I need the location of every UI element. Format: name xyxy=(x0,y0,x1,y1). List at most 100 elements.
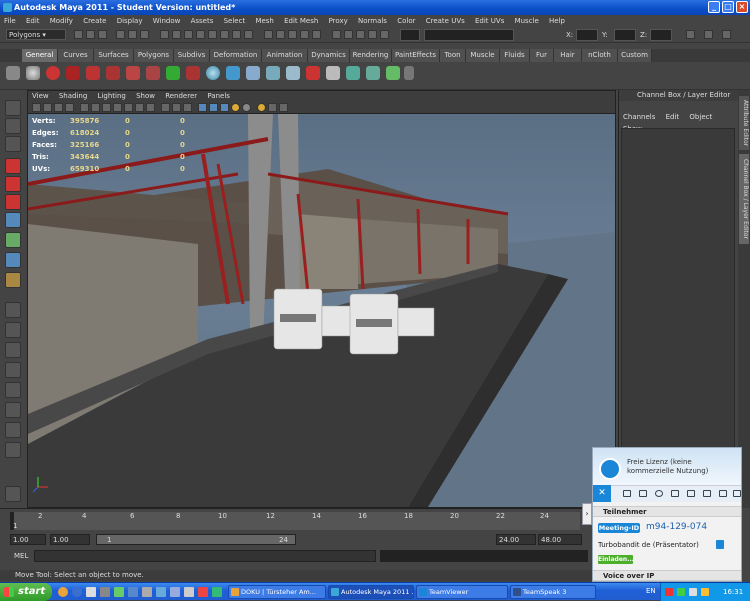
layout-split-button[interactable] xyxy=(5,342,21,358)
lasso-tool-button[interactable] xyxy=(5,118,21,134)
menu-create[interactable]: Create xyxy=(83,17,106,25)
rotate-tool-icon[interactable] xyxy=(126,66,140,80)
files-icon[interactable] xyxy=(719,490,727,497)
viewport-menu-show[interactable]: Show xyxy=(136,92,155,100)
whiteboard-icon[interactable] xyxy=(703,490,711,497)
input-mode-field[interactable] xyxy=(400,29,420,41)
minimize-button[interactable]: _ xyxy=(708,1,720,13)
xray-joints-icon[interactable] xyxy=(279,103,288,112)
use-all-lights-icon[interactable] xyxy=(209,103,218,112)
film-gate-icon[interactable] xyxy=(91,103,100,112)
rotate-tool-button[interactable] xyxy=(5,176,21,192)
tray-icon[interactable] xyxy=(665,588,673,596)
quicklaunch-icon[interactable] xyxy=(212,587,222,597)
tab-custom[interactable]: Custom xyxy=(618,49,652,62)
tray-icon[interactable] xyxy=(677,588,685,596)
last-tool-button[interactable] xyxy=(5,272,21,288)
layout-hypershade-button[interactable] xyxy=(5,402,21,418)
camera-attributes-icon[interactable] xyxy=(32,103,41,112)
shelf-options-icon[interactable] xyxy=(404,66,414,80)
quicklaunch-icon[interactable] xyxy=(100,587,110,597)
headset-icon[interactable] xyxy=(671,490,679,497)
menu-display[interactable]: Display xyxy=(117,17,143,25)
select-tool-icon[interactable] xyxy=(26,66,40,80)
pick-mask-icon[interactable] xyxy=(160,30,169,39)
soft-mod-icon[interactable] xyxy=(166,66,180,80)
point-light-icon[interactable] xyxy=(306,66,320,80)
lasso-tool-icon[interactable] xyxy=(66,66,80,80)
invite-button[interactable]: Einladen... xyxy=(598,555,634,564)
two-d-pan-icon[interactable] xyxy=(65,103,74,112)
tab-curves[interactable]: Curves xyxy=(58,49,94,62)
channel-menu-edit[interactable]: Edit xyxy=(666,113,680,121)
menu-mesh[interactable]: Mesh xyxy=(255,17,273,25)
layout-graph-button[interactable] xyxy=(5,382,21,398)
render-current-icon[interactable] xyxy=(356,30,365,39)
task-doku[interactable]: DOKU | Türsteher Am... xyxy=(228,585,326,599)
menu-muscle[interactable]: Muscle xyxy=(515,17,539,25)
paint-select-icon[interactable] xyxy=(86,66,100,80)
default-light-icon[interactable] xyxy=(231,103,240,112)
smooth-shade-icon[interactable] xyxy=(172,103,181,112)
x-field[interactable] xyxy=(576,29,598,41)
tab-deformation[interactable]: Deformation xyxy=(210,49,262,62)
toolbox-bottom-icon[interactable] xyxy=(5,486,21,502)
firefox-icon[interactable] xyxy=(58,587,68,597)
shelf-menu-icon[interactable] xyxy=(6,66,20,80)
snap-plane-icon[interactable] xyxy=(300,30,309,39)
viewport-menu-lighting[interactable]: Lighting xyxy=(98,92,126,100)
viewport-menu-shading[interactable]: Shading xyxy=(59,92,87,100)
plane-icon[interactable] xyxy=(286,66,300,80)
live-surface-icon[interactable] xyxy=(312,30,321,39)
playback-start-field[interactable]: 1.00 xyxy=(50,534,90,545)
range-slider[interactable]: 1 24 xyxy=(96,534,296,545)
tab-channel-box[interactable]: Channel Box / Layer Editor xyxy=(739,154,749,244)
layout-outliner-button[interactable] xyxy=(5,362,21,378)
paint-tool-button[interactable] xyxy=(5,136,21,152)
wireframe-on-shaded-icon[interactable] xyxy=(183,103,192,112)
image-plane-icon[interactable] xyxy=(54,103,63,112)
menu-edit[interactable]: Edit xyxy=(26,17,40,25)
phone-icon[interactable] xyxy=(655,490,663,497)
ik-handle-icon[interactable] xyxy=(346,66,360,80)
z-field[interactable] xyxy=(650,29,672,41)
scene-view[interactable]: Verts: 395876 0 0 Edges: 618024 0 0 Face… xyxy=(28,114,615,507)
menu-create-uvs[interactable]: Create UVs xyxy=(426,17,465,25)
tab-toon[interactable]: Toon xyxy=(440,49,466,62)
tab-polygons[interactable]: Polygons xyxy=(134,49,174,62)
layout-custom-button[interactable] xyxy=(5,442,21,458)
high-quality-icon[interactable] xyxy=(257,103,266,112)
menu-window[interactable]: Window xyxy=(153,17,181,25)
universal-manip-button[interactable] xyxy=(5,212,21,228)
language-indicator[interactable]: EN xyxy=(646,587,656,595)
history-icon[interactable] xyxy=(332,30,341,39)
toggle-attribute-editor-icon[interactable] xyxy=(704,30,713,39)
new-scene-icon[interactable] xyxy=(74,30,83,39)
tab-fluids[interactable]: Fluids xyxy=(500,49,530,62)
tab-muscle[interactable]: Muscle xyxy=(466,49,500,62)
textured-icon[interactable] xyxy=(198,103,207,112)
maximize-button[interactable]: □ xyxy=(722,1,734,13)
tab-animation[interactable]: Animation xyxy=(262,49,308,62)
resolution-gate-icon[interactable] xyxy=(102,103,111,112)
camera-bookmark-icon[interactable] xyxy=(43,103,52,112)
quicklaunch-icon[interactable] xyxy=(142,587,152,597)
task-maya[interactable]: Autodesk Maya 2011 ... xyxy=(328,585,414,599)
snap-point-icon[interactable] xyxy=(288,30,297,39)
menu-assets[interactable]: Assets xyxy=(191,17,214,25)
tab-rendering[interactable]: Rendering xyxy=(350,49,392,62)
screen-icon[interactable] xyxy=(623,490,631,497)
move-tool-icon[interactable] xyxy=(106,66,120,80)
safe-action-icon[interactable] xyxy=(135,103,144,112)
input-line-field[interactable] xyxy=(424,29,514,41)
pick-surfaces-icon[interactable] xyxy=(196,30,205,39)
presenter-info-icon[interactable] xyxy=(716,540,724,549)
tab-general[interactable]: General xyxy=(22,49,58,62)
time-ticks[interactable]: 1 2 4 6 8 10 12 14 16 18 20 22 24 xyxy=(10,512,580,530)
tab-painteffects[interactable]: PaintEffects xyxy=(392,49,440,62)
shadows-icon[interactable] xyxy=(220,103,229,112)
toggle-sidebar-icon[interactable] xyxy=(686,30,695,39)
show-manipulator-icon[interactable] xyxy=(186,66,200,80)
pick-deform-icon[interactable] xyxy=(208,30,217,39)
desktop-icon[interactable] xyxy=(86,587,96,597)
